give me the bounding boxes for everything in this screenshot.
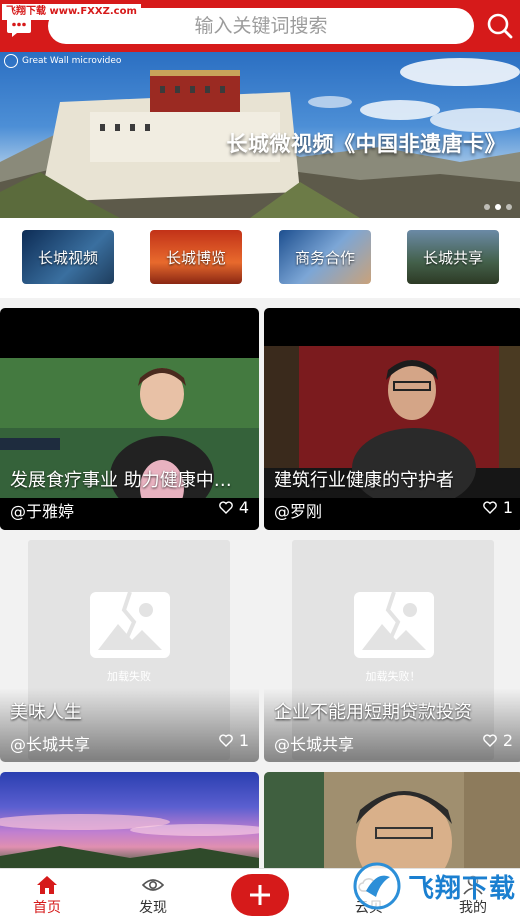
- nav-home[interactable]: 首页: [12, 875, 82, 917]
- carousel-dot[interactable]: [484, 204, 490, 210]
- load-failed-text: 加载失败: [107, 670, 151, 683]
- heart-icon: [483, 501, 497, 514]
- video-author[interactable]: @罗刚: [274, 498, 322, 522]
- video-thumbnail: [264, 346, 520, 530]
- video-thumbnail: [0, 814, 259, 872]
- nav-home-label: 首页: [33, 900, 61, 916]
- nav-discover-label: 发现: [139, 900, 167, 916]
- video-card[interactable]: [0, 772, 259, 872]
- banner-logo: Great Wall microvideo: [4, 54, 121, 68]
- carousel-dot[interactable]: [506, 204, 512, 210]
- heart-icon: [219, 734, 233, 747]
- like-number: 2: [502, 731, 513, 750]
- video-title: 美味人生: [10, 702, 82, 723]
- video-thumbnail: [0, 358, 259, 530]
- video-thumbnail: [264, 772, 520, 872]
- category-label: 长城共享: [422, 248, 483, 267]
- watermark-icon: [353, 862, 401, 910]
- like-count[interactable]: 1: [483, 498, 513, 517]
- category-great-wall-expo[interactable]: 长城博览: [150, 230, 242, 284]
- banner-logo-text: Great Wall microvideo: [22, 56, 122, 66]
- video-card[interactable]: [264, 772, 520, 872]
- app-screen: 飞翔下载 www.FXXZ.com 输入关键词搜索 Great Wall mic…: [0, 0, 520, 922]
- carousel-dot-active[interactable]: [495, 204, 501, 210]
- video-card[interactable]: 建筑行业健康的守护者 @罗刚 1: [264, 308, 520, 530]
- top-bar: 飞翔下载 www.FXXZ.com 输入关键词搜索: [0, 0, 520, 52]
- heart-icon: [483, 734, 497, 747]
- video-author[interactable]: @于雅婷: [10, 498, 74, 522]
- like-count[interactable]: 1: [219, 731, 249, 750]
- home-icon: [37, 876, 57, 894]
- broken-image-icon: [90, 591, 170, 658]
- category-label: 商务合作: [294, 248, 355, 267]
- video-title: 建筑行业健康的守护者: [274, 470, 454, 491]
- video-title: 企业不能用短期贷款投资: [274, 702, 472, 723]
- nav-discover[interactable]: 发现: [118, 875, 188, 917]
- carousel-indicator: [484, 204, 512, 210]
- like-number: 1: [502, 498, 513, 517]
- like-number: 4: [238, 498, 249, 517]
- video-card[interactable]: 加载失败！ 企业不能用短期贷款投资 @长城共享 2: [264, 538, 520, 762]
- like-number: 1: [238, 731, 249, 750]
- eye-icon: [142, 879, 164, 891]
- search-icon[interactable]: [484, 10, 516, 42]
- publish-button[interactable]: [231, 874, 289, 916]
- category-label: 长城视频: [37, 248, 98, 267]
- load-failed-text: 加载失败！: [365, 670, 421, 683]
- video-card[interactable]: 发展食疗事业 助力健康中… @于雅婷 4: [0, 308, 259, 530]
- like-count[interactable]: 2: [483, 731, 513, 750]
- category-share[interactable]: 长城共享: [407, 230, 499, 284]
- banner-caption: 长城微视频《中国非遗唐卡》: [226, 132, 506, 156]
- like-count[interactable]: 4: [219, 498, 249, 517]
- watermark-logo: 飞翔下载: [352, 858, 516, 914]
- watermark-text: 飞翔下载: [408, 873, 517, 904]
- watermark: 飞翔下载 www.FXXZ.com: [2, 4, 141, 20]
- plus-icon: [250, 885, 270, 905]
- video-author[interactable]: @长城共享: [274, 731, 354, 755]
- video-card[interactable]: 加载失败 美味人生 @长城共享 1: [0, 538, 259, 762]
- category-row: 长城视频 长城博览 商务合作 长城共享: [0, 218, 520, 298]
- heart-icon: [219, 501, 233, 514]
- video-author[interactable]: @长城共享: [10, 731, 90, 755]
- category-business[interactable]: 商务合作: [279, 230, 371, 284]
- category-label: 长城博览: [165, 248, 226, 267]
- banner-carousel[interactable]: Great Wall microvideo 长城微视频《中国非遗唐卡》: [0, 52, 520, 218]
- video-title: 发展食疗事业 助力健康中…: [10, 470, 232, 491]
- broken-image-icon: [354, 591, 434, 658]
- category-great-wall-video[interactable]: 长城视频: [22, 230, 114, 284]
- logo-icon: [4, 54, 18, 68]
